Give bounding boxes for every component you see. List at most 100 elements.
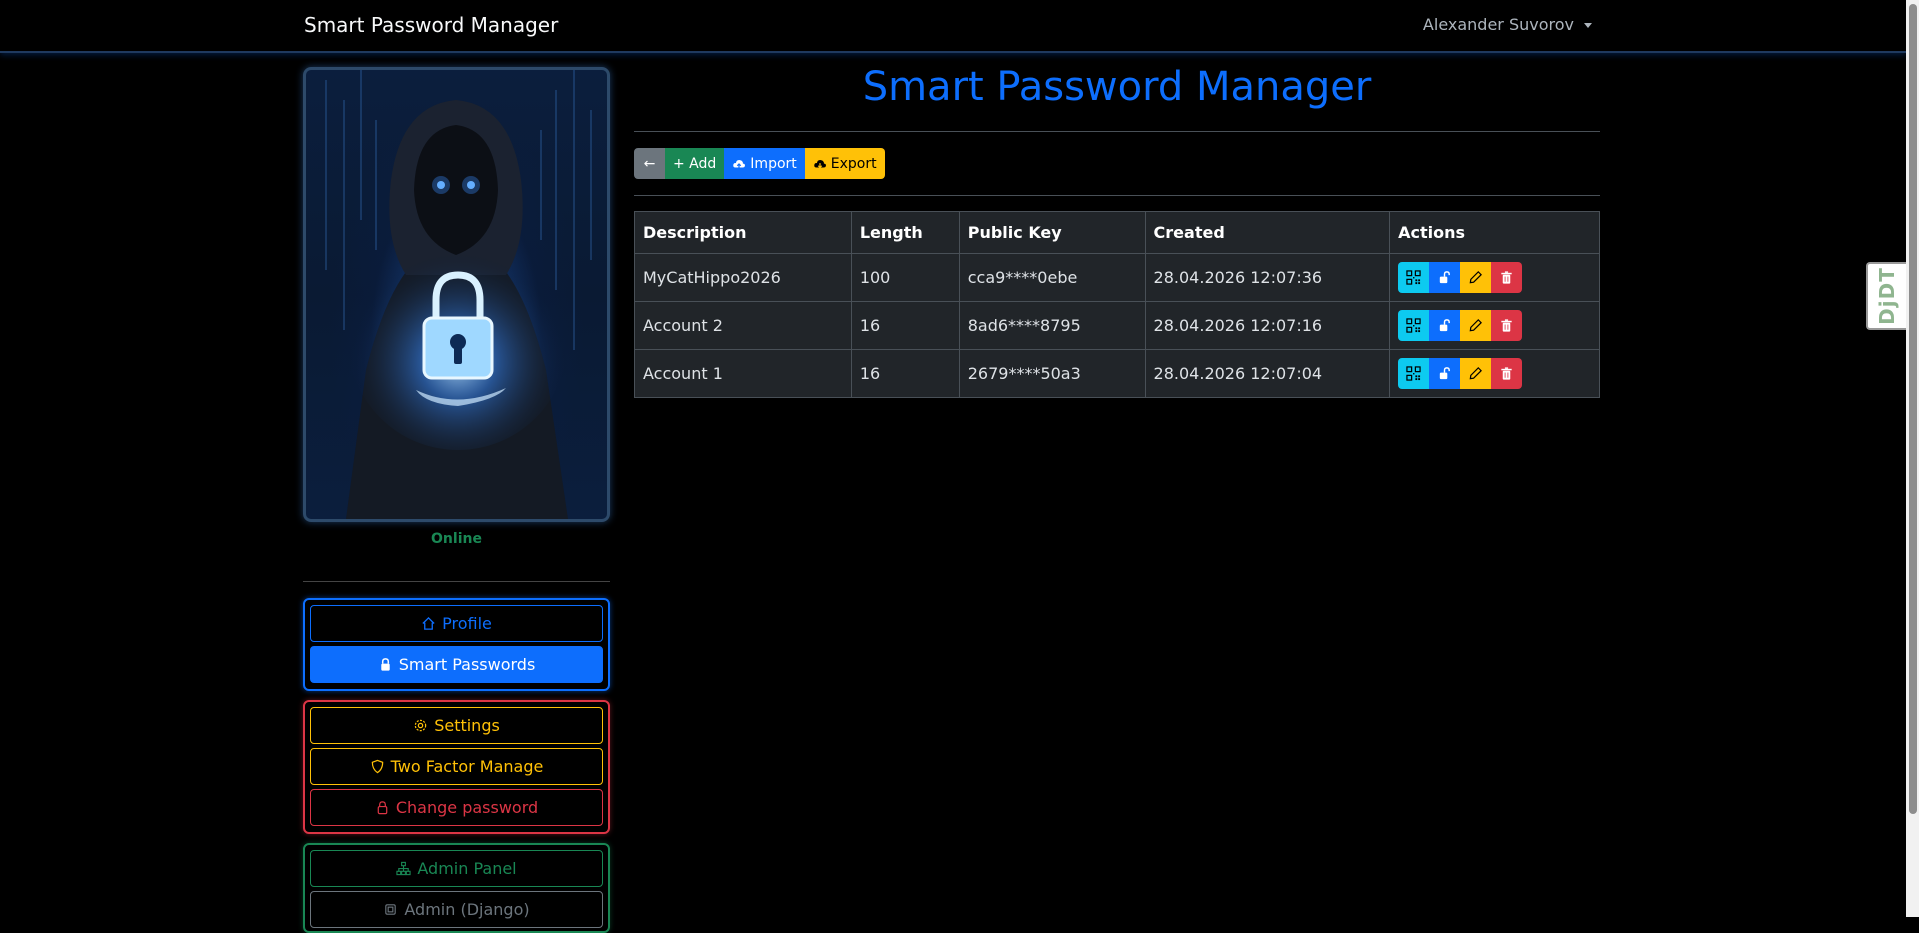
- user-name: Alexander Suvorov: [1422, 15, 1574, 34]
- toolbar-divider: [634, 195, 1600, 196]
- top-navbar: Smart Password Manager Alexander Suvorov: [0, 0, 1906, 53]
- nav-group-admin: Admin Panel Admin (Django): [303, 843, 610, 933]
- row-actions: [1398, 310, 1591, 341]
- unlock-icon: [1439, 271, 1451, 284]
- cell-actions: [1389, 301, 1600, 350]
- trash-icon: [1501, 367, 1512, 380]
- unlock-icon: [1439, 367, 1451, 380]
- nav-smart-passwords-label: Smart Passwords: [398, 655, 536, 674]
- column-header-description: Description: [634, 211, 852, 254]
- cell-created: 28.04.2026 12:07:04: [1144, 349, 1391, 398]
- nav-settings-button[interactable]: Settings: [310, 707, 603, 744]
- cpu-icon: [385, 904, 397, 915]
- qr-code-button[interactable]: [1398, 358, 1430, 389]
- nav-change-password-button[interactable]: Change password: [310, 789, 603, 826]
- export-button[interactable]: Export: [804, 148, 885, 179]
- qr-code-icon: [1406, 270, 1421, 285]
- online-status: Online: [431, 531, 482, 547]
- delete-button[interactable]: [1491, 358, 1523, 389]
- nav-admin-panel-label: Admin Panel: [417, 859, 517, 878]
- debug-toolbar-label: DjDT: [1875, 267, 1900, 325]
- trash-icon: [1501, 271, 1512, 284]
- shield-icon: [371, 759, 383, 774]
- trash-icon: [1501, 319, 1512, 332]
- delete-button[interactable]: [1491, 262, 1523, 293]
- cell-public-key: 8ad6****8795: [958, 301, 1146, 350]
- export-label: Export: [830, 155, 877, 172]
- nav-two-factor-button[interactable]: Two Factor Manage: [310, 748, 603, 785]
- import-button[interactable]: Import: [724, 148, 805, 179]
- nav-smart-passwords-button[interactable]: Smart Passwords: [310, 646, 603, 683]
- cell-public-key: 2679****50a3: [958, 349, 1146, 398]
- add-button[interactable]: + Add: [665, 148, 725, 179]
- unlock-icon: [1439, 319, 1451, 332]
- nav-two-factor-label: Two Factor Manage: [390, 757, 544, 776]
- table-row: Account 2 16 8ad6****8795 28.04.2026 12:…: [634, 301, 1600, 350]
- qr-code-icon: [1406, 318, 1421, 333]
- nav-profile-button[interactable]: Profile: [310, 605, 603, 642]
- title-divider: [634, 131, 1600, 132]
- edit-button[interactable]: [1460, 358, 1492, 389]
- pencil-icon: [1469, 319, 1483, 332]
- column-header-created: Created: [1144, 211, 1391, 254]
- page-scrollbar[interactable]: [1906, 0, 1919, 917]
- cell-created: 28.04.2026 12:07:36: [1144, 253, 1391, 302]
- column-header-public-key: Public Key: [958, 211, 1146, 254]
- pencil-icon: [1469, 367, 1483, 380]
- nav-admin-django-button[interactable]: Admin (Django): [310, 891, 603, 928]
- lock-icon: [377, 801, 388, 815]
- nav-admin-django-label: Admin (Django): [404, 900, 530, 919]
- delete-button[interactable]: [1491, 310, 1523, 341]
- back-button[interactable]: ←: [634, 148, 665, 179]
- sidebar-divider: [303, 581, 610, 582]
- nav-settings-label: Settings: [434, 716, 500, 735]
- debug-toolbar-handle[interactable]: DjDT: [1866, 262, 1906, 330]
- user-dropdown[interactable]: Alexander Suvorov: [1423, 15, 1592, 34]
- column-header-length: Length: [850, 211, 960, 254]
- qr-code-button[interactable]: [1398, 262, 1430, 293]
- qr-code-button[interactable]: [1398, 310, 1430, 341]
- house-icon: [422, 616, 435, 630]
- cell-actions: [1389, 349, 1600, 398]
- scrollbar-thumb[interactable]: [1909, 4, 1917, 814]
- cloud-upload-icon: [733, 159, 746, 169]
- qr-code-icon: [1406, 366, 1421, 381]
- cell-description: Account 2: [634, 301, 852, 350]
- nav-admin-panel-button[interactable]: Admin Panel: [310, 850, 603, 887]
- nav-group-settings: Settings Two Factor Manage Change passwo…: [303, 700, 610, 834]
- pencil-icon: [1469, 271, 1483, 284]
- gear-icon: [414, 719, 427, 732]
- passwords-table: Description Length Public Key Created Ac…: [634, 211, 1600, 398]
- lock-icon: [381, 658, 390, 671]
- nav-group-main: Profile Smart Passwords: [303, 598, 610, 691]
- cloud-download-icon: [814, 159, 826, 168]
- unlock-button[interactable]: [1429, 358, 1461, 389]
- hooded-figure-illustration: [325, 70, 592, 519]
- cell-length: 16: [850, 349, 960, 398]
- table-row: MyCatHippo2026 100 cca9****0ebe 28.04.20…: [634, 253, 1600, 302]
- page-title: Smart Password Manager: [862, 64, 1372, 110]
- password-toolbar: ← + Add Import Export: [634, 148, 885, 179]
- row-actions: [1398, 358, 1591, 389]
- unlock-button[interactable]: [1429, 262, 1461, 293]
- add-label: + Add: [673, 155, 717, 172]
- back-arrow-icon: ←: [643, 155, 656, 172]
- chevron-down-icon: [1584, 23, 1592, 28]
- cell-description: MyCatHippo2026: [634, 253, 852, 302]
- row-actions: [1398, 262, 1591, 293]
- nav-profile-label: Profile: [442, 614, 492, 633]
- unlock-button[interactable]: [1429, 310, 1461, 341]
- edit-button[interactable]: [1460, 310, 1492, 341]
- import-label: Import: [750, 155, 797, 172]
- cell-created: 28.04.2026 12:07:16: [1144, 301, 1391, 350]
- profile-image: [303, 67, 610, 522]
- edit-button[interactable]: [1460, 262, 1492, 293]
- cell-length: 100: [850, 253, 960, 302]
- navbar-brand[interactable]: Smart Password Manager: [304, 13, 558, 37]
- column-header-actions: Actions: [1389, 211, 1600, 254]
- cell-description: Account 1: [634, 349, 852, 398]
- cell-actions: [1389, 253, 1600, 302]
- cell-length: 16: [850, 301, 960, 350]
- nav-change-password-label: Change password: [395, 798, 539, 817]
- cell-public-key: cca9****0ebe: [958, 253, 1146, 302]
